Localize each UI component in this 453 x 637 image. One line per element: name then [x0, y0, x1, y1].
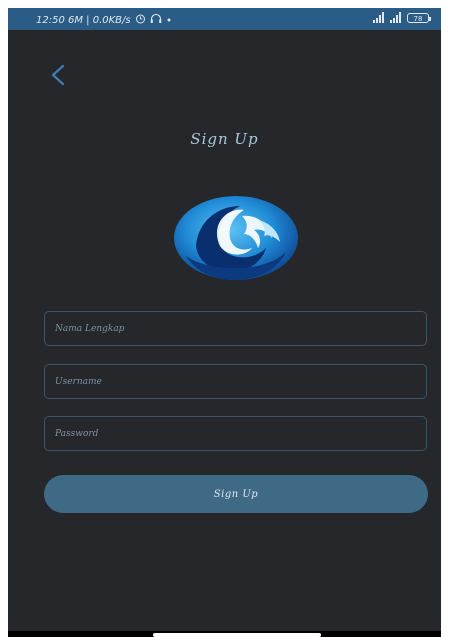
headphones-icon: [150, 13, 162, 27]
signal-icon: [373, 12, 384, 23]
chevron-left-icon: [51, 64, 65, 86]
battery-level: 78: [413, 14, 423, 23]
status-left: 12:50 6M | 0.0KB/s: [36, 13, 172, 27]
alarm-icon: [135, 13, 146, 27]
signal-icon: [390, 12, 401, 23]
back-button[interactable]: [44, 60, 74, 90]
dot-icon: [166, 15, 172, 26]
home-indicator[interactable]: [153, 633, 321, 637]
full-name-input[interactable]: [44, 311, 427, 346]
status-right: 78: [373, 12, 431, 23]
status-time: 12:50 6M | 0.0KB/s: [36, 14, 131, 26]
wave-logo-icon: [168, 186, 304, 286]
sign-up-button[interactable]: Sign Up: [44, 475, 428, 513]
status-bar: 12:50 6M | 0.0KB/s 78: [8, 8, 441, 30]
username-input[interactable]: [44, 364, 427, 399]
app-screen: 12:50 6M | 0.0KB/s 78 Sign Up Nama Lengk…: [8, 8, 441, 637]
battery-icon: 78: [407, 12, 431, 23]
password-input[interactable]: [44, 416, 427, 451]
page-title: Sign Up: [190, 130, 259, 148]
